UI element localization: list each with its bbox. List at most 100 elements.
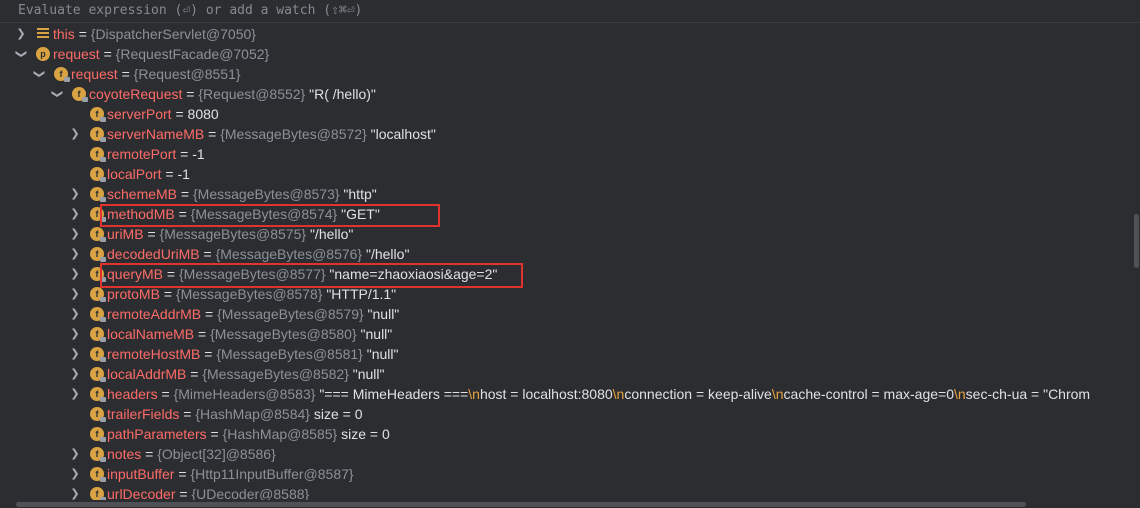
- variable-type: {Http11InputBuffer@8587}: [190, 466, 354, 482]
- variable-name: inputBuffer: [107, 466, 175, 482]
- highlight-box-queryMB: [100, 263, 523, 288]
- variable-type: {MessageBytes@8576}: [215, 246, 363, 262]
- horizontal-scrollbar-thumb[interactable]: [16, 502, 1026, 507]
- field-icon: f: [90, 327, 106, 342]
- tree-row-trailerFields[interactable]: f trailerFields = {HashMap@8584} size = …: [0, 404, 1134, 424]
- field-icon: f: [90, 387, 106, 402]
- variable-name: localPort: [107, 166, 162, 182]
- variable-type: {UDecoder@8588}: [191, 486, 310, 500]
- field-icon: f: [90, 147, 106, 162]
- tree-row-remotePort[interactable]: f remotePort = -1: [0, 144, 1134, 164]
- field-icon: f: [90, 367, 106, 382]
- field-icon: f: [90, 247, 106, 262]
- variable-type: {MessageBytes@8580}: [210, 326, 357, 342]
- tree-row-localNameMB[interactable]: ❯ f localNameMB = {MessageBytes@8580} "n…: [0, 324, 1134, 344]
- tree-row-localPort[interactable]: f localPort = -1: [0, 164, 1134, 184]
- chevron-right-icon[interactable]: ❯: [70, 344, 80, 364]
- variable-value: "null": [360, 326, 393, 342]
- chevron-right-icon[interactable]: ❯: [70, 444, 80, 464]
- tree-row-serverNameMB[interactable]: ❯ f serverNameMB = {MessageBytes@8572} "…: [0, 124, 1134, 144]
- variable-name: schemeMB: [107, 186, 178, 202]
- variable-value: size = 0: [341, 426, 390, 442]
- variable-name: uriMB: [107, 226, 144, 242]
- variable-name: request: [53, 46, 100, 62]
- tree-row-request-inner[interactable]: ❯ f request = {Request@8551}: [0, 64, 1134, 84]
- field-icon: f: [90, 407, 106, 422]
- variables-tree: ❯ this = {DispatcherServlet@7050} ❯ p re…: [0, 24, 1134, 500]
- variable-value: "/hello": [309, 226, 354, 242]
- tree-row-serverPort[interactable]: f serverPort = 8080: [0, 104, 1134, 124]
- variable-value: "null": [352, 366, 385, 382]
- tree-row-request[interactable]: ❯ p request = {RequestFacade@7052}: [0, 44, 1134, 64]
- chevron-right-icon[interactable]: ❯: [70, 284, 80, 304]
- variable-name: serverPort: [107, 106, 172, 122]
- variable-name: protoMB: [107, 286, 160, 302]
- chevron-right-icon[interactable]: ❯: [70, 324, 80, 344]
- chevron-right-icon[interactable]: ❯: [70, 304, 80, 324]
- variable-name: localAddrMB: [107, 366, 187, 382]
- field-icon: f: [90, 287, 106, 302]
- field-icon: f: [90, 107, 106, 122]
- chevron-down-icon[interactable]: ❯: [47, 89, 67, 99]
- variable-value: size = 0: [313, 406, 363, 422]
- chevron-right-icon[interactable]: ❯: [70, 184, 80, 204]
- tree-row-urlDecoder[interactable]: ❯ f urlDecoder = {UDecoder@8588}: [0, 484, 1134, 500]
- chevron-down-icon[interactable]: ❯: [29, 69, 49, 79]
- tree-row-pathParameters[interactable]: f pathParameters = {HashMap@8585} size =…: [0, 424, 1134, 444]
- variable-type: {MessageBytes@8581}: [216, 346, 363, 362]
- variable-value: "R( /hello)": [309, 86, 376, 102]
- variable-type: {HashMap@8585}: [222, 426, 338, 442]
- variable-name: localNameMB: [107, 326, 195, 342]
- variable-value: "/hello": [366, 246, 410, 262]
- variable-type: {HashMap@8584}: [195, 406, 310, 422]
- field-icon: f: [90, 427, 106, 442]
- tree-row-uriMB[interactable]: ❯ f uriMB = {MessageBytes@8575} "/hello": [0, 224, 1134, 244]
- variable-value: 8080: [187, 106, 219, 122]
- variable-value: "localhost": [370, 126, 436, 142]
- field-icon: f: [90, 447, 106, 462]
- variable-name: remoteHostMB: [107, 346, 201, 362]
- variable-name: decodedUriMB: [107, 246, 200, 262]
- variable-type: {MessageBytes@8575}: [159, 226, 307, 242]
- variable-type: {Request@8552}: [198, 86, 306, 102]
- tree-row-notes[interactable]: ❯ f notes = {Object[32]@8586}: [0, 444, 1134, 464]
- variable-type: {MessageBytes@8573}: [193, 186, 340, 202]
- tree-row-inputBuffer[interactable]: ❯ f inputBuffer = {Http11InputBuffer@858…: [0, 464, 1134, 484]
- variable-type: {MessageBytes@8578}: [175, 286, 323, 302]
- chevron-right-icon[interactable]: ❯: [70, 384, 80, 404]
- field-icon: f: [90, 167, 106, 182]
- chevron-right-icon[interactable]: ❯: [70, 364, 80, 384]
- tree-row-coyoteRequest[interactable]: ❯ f coyoteRequest = {Request@8552} "R( /…: [0, 84, 1134, 104]
- variable-name: request: [71, 66, 118, 82]
- vertical-scrollbar-thumb[interactable]: [1134, 214, 1139, 268]
- tree-row-decodedUriMB[interactable]: ❯ f decodedUriMB = {MessageBytes@8576} "…: [0, 244, 1134, 264]
- tree-row-this[interactable]: ❯ this = {DispatcherServlet@7050}: [0, 24, 1134, 44]
- chevron-right-icon[interactable]: ❯: [70, 264, 80, 284]
- variable-value: -1: [192, 146, 205, 162]
- chevron-right-icon[interactable]: ❯: [16, 24, 26, 44]
- chevron-down-icon[interactable]: ❯: [11, 49, 31, 59]
- tree-row-headers[interactable]: ❯ f headers = {MimeHeaders@8583} "=== Mi…: [0, 384, 1134, 404]
- chevron-right-icon[interactable]: ❯: [70, 224, 80, 244]
- chevron-right-icon[interactable]: ❯: [70, 464, 80, 484]
- tree-row-schemeMB[interactable]: ❯ f schemeMB = {MessageBytes@8573} "http…: [0, 184, 1134, 204]
- variable-value: "null": [367, 306, 400, 322]
- chevron-right-icon[interactable]: ❯: [70, 204, 80, 224]
- variable-type: {MessageBytes@8582}: [202, 366, 349, 382]
- field-icon: f: [54, 67, 70, 82]
- field-icon: f: [90, 187, 106, 202]
- variable-name: serverNameMB: [107, 126, 205, 142]
- variable-name: trailerFields: [107, 406, 180, 422]
- tree-row-localAddrMB[interactable]: ❯ f localAddrMB = {MessageBytes@8582} "n…: [0, 364, 1134, 384]
- variable-value: "null": [366, 346, 399, 362]
- chevron-right-icon[interactable]: ❯: [70, 124, 80, 144]
- chevron-right-icon[interactable]: ❯: [70, 484, 80, 500]
- field-icon: f: [90, 347, 106, 362]
- evaluate-expression-input[interactable]: [18, 0, 1018, 20]
- tree-row-remoteHostMB[interactable]: ❯ f remoteHostMB = {MessageBytes@8581} "…: [0, 344, 1134, 364]
- field-icon: f: [90, 127, 106, 142]
- chevron-right-icon[interactable]: ❯: [70, 244, 80, 264]
- tree-row-remoteAddrMB[interactable]: ❯ f remoteAddrMB = {MessageBytes@8579} "…: [0, 304, 1134, 324]
- variable-value: "http": [343, 186, 377, 202]
- variable-type: {DispatcherServlet@7050}: [90, 26, 256, 42]
